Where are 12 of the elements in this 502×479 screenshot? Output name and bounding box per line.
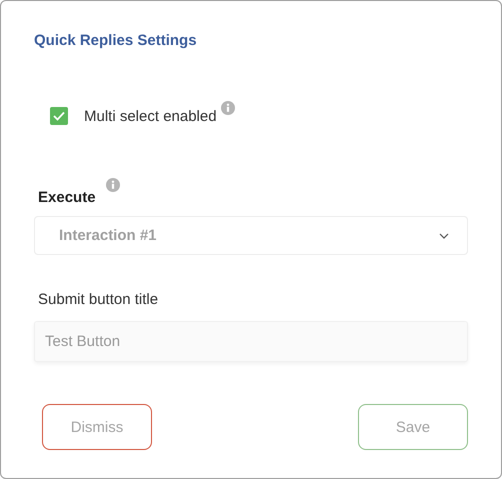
- info-icon: [106, 178, 120, 192]
- checkbox[interactable]: [50, 107, 68, 125]
- field-label: Submit button title: [38, 291, 158, 308]
- execute-dropdown[interactable]: Interaction #1: [34, 216, 468, 255]
- field-label: Execute: [38, 189, 96, 206]
- checkbox-label: Multi select enabled: [84, 108, 217, 125]
- input-field[interactable]: Test Button: [34, 321, 468, 362]
- save-button[interactable]: Save: [358, 404, 468, 450]
- dismiss-button[interactable]: Dismiss: [42, 404, 152, 450]
- dialog-title: Quick Replies Settings: [34, 32, 197, 49]
- info-icon: [220, 101, 235, 115]
- chevron-down-icon: [439, 232, 449, 238]
